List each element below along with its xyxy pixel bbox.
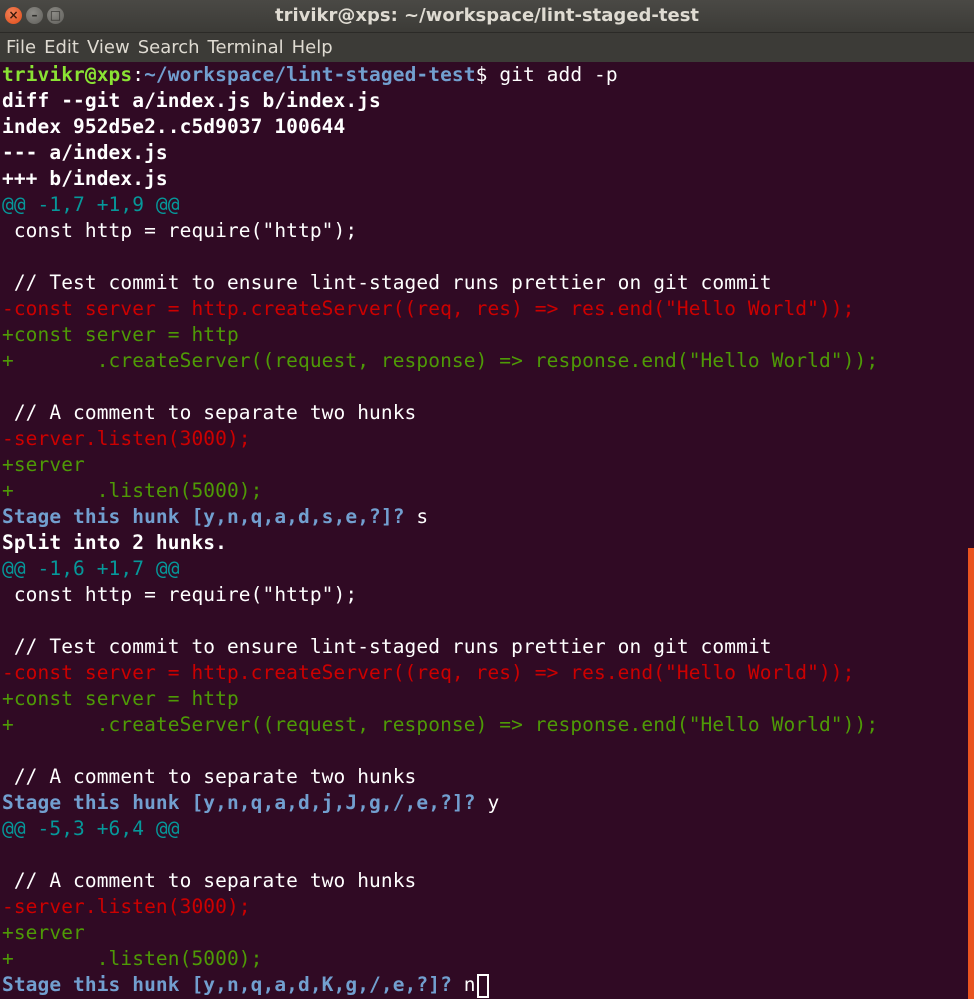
line-text: // Test commit to ensure lint-staged run… (2, 271, 772, 294)
scrollbar[interactable] (968, 62, 974, 999)
terminal-line: Split into 2 hunks. (2, 530, 968, 556)
terminal-line: @@ -1,7 +1,9 @@ (2, 192, 968, 218)
terminal-line: + .createServer((request, response) => r… (2, 348, 968, 374)
added-line: +const server = http (2, 323, 239, 346)
terminal-line: Stage this hunk [y,n,q,a,d,s,e,?]? s (2, 504, 968, 530)
terminal-line: index 952d5e2..c5d9037 100644 (2, 114, 968, 140)
menu-help[interactable]: Help (288, 34, 337, 62)
menu-search[interactable]: Search (134, 34, 204, 62)
terminal-line: -server.listen(3000); (2, 426, 968, 452)
terminal-line: diff --git a/index.js b/index.js (2, 88, 968, 114)
added-line: + .createServer((request, response) => r… (2, 349, 879, 372)
menu-file[interactable]: File (2, 34, 40, 62)
terminal-line: // A comment to separate two hunks (2, 400, 968, 426)
menu-view[interactable]: View (83, 34, 134, 62)
terminal-line: @@ -5,3 +6,4 @@ (2, 816, 968, 842)
line-text: diff --git a/index.js b/index.js (2, 89, 381, 112)
terminal-line: +const server = http (2, 322, 968, 348)
terminal-line: const http = require("http"); (2, 218, 968, 244)
added-line: + .createServer((request, response) => r… (2, 713, 879, 736)
line-text: index 952d5e2..c5d9037 100644 (2, 115, 346, 138)
prompt-separator: : (132, 63, 145, 86)
prompt-answer: y (487, 791, 500, 814)
terminal-line: + .listen(5000); (2, 946, 968, 972)
line-text: Split into 2 hunks. (2, 531, 227, 554)
terminal-line: Stage this hunk [y,n,q,a,d,j,J,g,/,e,?]?… (2, 790, 968, 816)
line-text: --- a/index.js (2, 141, 168, 164)
prompt-command: git add -p (499, 63, 618, 86)
terminal-line: +server (2, 920, 968, 946)
terminal-line: + .createServer((request, response) => r… (2, 712, 968, 738)
text-cursor (476, 973, 489, 998)
stage-prompt: Stage this hunk [y,n,q,a,d,K,g,/,e,?]? (2, 973, 464, 996)
added-line: +const server = http (2, 687, 239, 710)
title-bar[interactable]: × – □ trivikr@xps: ~/workspace/lint-stag… (0, 0, 974, 33)
prompt-answer: s (416, 505, 429, 528)
added-line: + .listen(5000); (2, 947, 263, 970)
prompt-answer: n (463, 973, 476, 996)
line-text: const http = require("http"); (2, 583, 358, 606)
removed-line: -server.listen(3000); (2, 427, 251, 450)
line-text: +++ b/index.js (2, 167, 168, 190)
terminal-line: +const server = http (2, 686, 968, 712)
terminal-line: -const server = http.createServer((req, … (2, 660, 968, 686)
added-line: +server (2, 453, 85, 476)
terminal-line: -const server = http.createServer((req, … (2, 296, 968, 322)
terminal-line: + .listen(5000); (2, 478, 968, 504)
removed-line: -server.listen(3000); (2, 895, 251, 918)
terminal-line: const http = require("http"); (2, 582, 968, 608)
terminal-line: +++ b/index.js (2, 166, 968, 192)
terminal-line: // A comment to separate two hunks (2, 764, 968, 790)
line-text: // A comment to separate two hunks (2, 869, 417, 892)
line-text: // A comment to separate two hunks (2, 401, 417, 424)
removed-line: -const server = http.createServer((req, … (2, 661, 855, 684)
scrollbar-thumb[interactable] (968, 548, 974, 999)
line-text: // A comment to separate two hunks (2, 765, 417, 788)
terminal-output[interactable]: trivikr@xps:~/workspace/lint-staged-test… (0, 62, 968, 999)
added-line: + .listen(5000); (2, 479, 263, 502)
terminal-line: --- a/index.js (2, 140, 968, 166)
hunk-header: @@ -1,7 +1,9 @@ (2, 193, 180, 216)
hunk-header: @@ -1,6 +1,7 @@ (2, 557, 180, 580)
window-title: trivikr@xps: ~/workspace/lint-staged-tes… (274, 5, 700, 26)
terminal-line: -server.listen(3000); (2, 894, 968, 920)
line-text: // Test commit to ensure lint-staged run… (2, 635, 772, 658)
hunk-header: @@ -5,3 +6,4 @@ (2, 817, 180, 840)
terminal-line: // A comment to separate two hunks (2, 868, 968, 894)
added-line: +server (2, 921, 85, 944)
prompt-end: $ (475, 63, 500, 86)
terminal-line: +server (2, 452, 968, 478)
prompt-path: ~/workspace/lint-staged-test (144, 63, 476, 86)
stage-prompt: Stage this hunk [y,n,q,a,d,s,e,?]? (2, 505, 417, 528)
removed-line: -const server = http.createServer((req, … (2, 297, 855, 320)
prompt-user: trivikr@xps (2, 63, 133, 86)
terminal-line: @@ -1,6 +1,7 @@ (2, 556, 968, 582)
stage-prompt: Stage this hunk [y,n,q,a,d,j,J,g,/,e,?]? (2, 791, 488, 814)
terminal-line: // Test commit to ensure lint-staged run… (2, 634, 968, 660)
prompt-line: trivikr@xps:~/workspace/lint-staged-test… (2, 62, 968, 88)
menu-edit[interactable]: Edit (40, 34, 83, 62)
menu-bar: File Edit View Search Terminal Help (0, 33, 974, 62)
terminal-line: // Test commit to ensure lint-staged run… (2, 270, 968, 296)
line-text: const http = require("http"); (2, 219, 358, 242)
terminal-line: Stage this hunk [y,n,q,a,d,K,g,/,e,?]? n (2, 972, 968, 998)
menu-terminal[interactable]: Terminal (204, 34, 288, 62)
